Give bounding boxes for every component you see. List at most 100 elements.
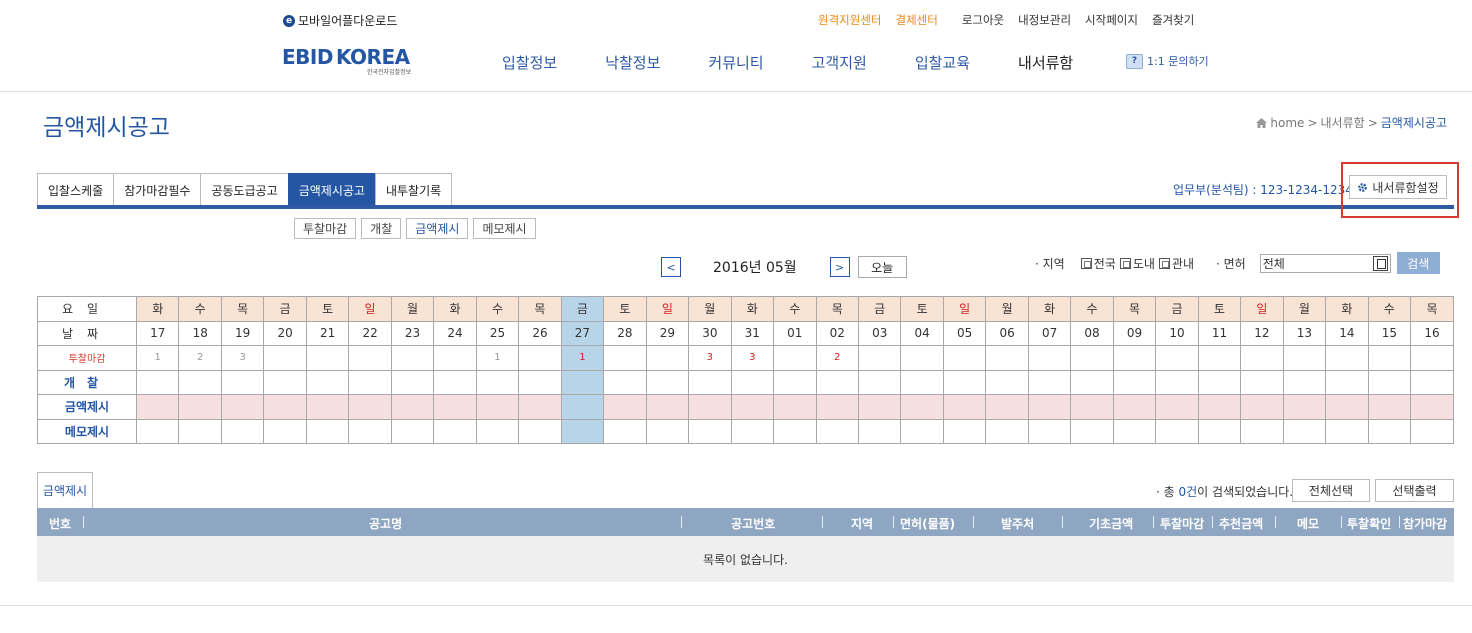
link-my-info[interactable]: 내정보관리 xyxy=(1018,12,1071,28)
tab-joint-contract[interactable]: 공동도급공고 xyxy=(200,173,288,206)
calendar-count-cell[interactable] xyxy=(1410,394,1454,420)
calendar-count-cell[interactable] xyxy=(1027,369,1072,395)
calendar-count-cell[interactable] xyxy=(1367,345,1412,371)
nav-my-documents[interactable]: 내서류함 xyxy=(1018,52,1073,73)
date-cell[interactable]: 07 xyxy=(1027,320,1072,346)
calendar-count-cell[interactable] xyxy=(1112,394,1157,420)
print-selected-button[interactable]: 선택출력 xyxy=(1375,479,1454,502)
nav-award-info[interactable]: 낙찰정보 xyxy=(605,52,660,73)
nav-community[interactable]: 커뮤니티 xyxy=(708,52,763,73)
date-cell[interactable]: 04 xyxy=(900,320,944,346)
calendar-count-cell[interactable] xyxy=(433,418,477,444)
calendar-count-cell[interactable] xyxy=(560,369,605,395)
calendar-count-cell[interactable] xyxy=(1325,394,1369,420)
calendar-count-cell[interactable] xyxy=(942,345,987,371)
calendar-count-cell[interactable] xyxy=(1410,418,1454,444)
calendar-count-cell[interactable] xyxy=(730,418,775,444)
link-remote-support[interactable]: 원격지원센터 xyxy=(818,12,881,28)
calendar-count-cell[interactable] xyxy=(985,369,1029,395)
calendar-count-cell[interactable] xyxy=(518,345,562,371)
calendar-count-cell[interactable] xyxy=(645,345,690,371)
calendar-count-cell[interactable] xyxy=(985,418,1029,444)
calendar-count-cell[interactable] xyxy=(1240,418,1284,444)
date-cell[interactable]: 25 xyxy=(475,320,520,346)
subtab-amount-proposal[interactable]: 금액제시 xyxy=(406,218,469,239)
nav-bid-education[interactable]: 입찰교육 xyxy=(915,52,970,73)
calendar-count-cell[interactable] xyxy=(645,418,690,444)
nav-customer-support[interactable]: 고객지원 xyxy=(812,52,867,73)
calendar-count-cell[interactable] xyxy=(433,369,477,395)
mobile-app-download-link[interactable]: e 모바일어플다운로드 xyxy=(283,12,397,29)
calendar-count-cell[interactable] xyxy=(1070,418,1114,444)
tab-required-participation[interactable]: 참가마감필수 xyxy=(113,173,201,206)
date-cell[interactable]: 26 xyxy=(518,320,562,346)
calendar-count-cell[interactable] xyxy=(857,394,902,420)
calendar-count-cell[interactable] xyxy=(178,394,222,420)
calendar-count-cell[interactable] xyxy=(603,345,647,371)
qna-link[interactable]: ? 1:1 문의하기 xyxy=(1126,53,1209,69)
calendar-count-cell[interactable] xyxy=(135,369,180,395)
calendar-count-cell[interactable] xyxy=(1155,394,1199,420)
calendar-count-cell[interactable] xyxy=(263,418,307,444)
date-cell[interactable]: 16 xyxy=(1410,320,1454,346)
calendar-count-cell[interactable] xyxy=(688,418,732,444)
calendar-count-cell[interactable] xyxy=(857,369,902,395)
date-cell[interactable]: 02 xyxy=(815,320,859,346)
calendar-count-cell[interactable] xyxy=(1197,418,1242,444)
calendar-count-cell[interactable] xyxy=(1367,418,1412,444)
calendar-count-cell[interactable] xyxy=(1325,345,1369,371)
calendar-count-cell[interactable] xyxy=(1027,394,1072,420)
date-cell[interactable]: 18 xyxy=(178,320,222,346)
calendar-count-cell[interactable] xyxy=(475,418,520,444)
date-cell[interactable]: 28 xyxy=(603,320,647,346)
date-cell[interactable]: 15 xyxy=(1367,320,1412,346)
calendar-count-cell[interactable]: 3 xyxy=(730,345,775,371)
calendar-count-cell[interactable] xyxy=(1197,369,1242,395)
calendar-count-cell[interactable] xyxy=(942,418,987,444)
date-cell[interactable]: 06 xyxy=(985,320,1029,346)
calendar-count-cell[interactable] xyxy=(433,345,477,371)
calendar-count-cell[interactable] xyxy=(985,394,1029,420)
calendar-count-cell[interactable] xyxy=(348,418,392,444)
calendar-count-cell[interactable] xyxy=(178,369,222,395)
license-select[interactable]: 전체 xyxy=(1259,253,1391,273)
calendar-count-cell[interactable] xyxy=(1112,369,1157,395)
calendar-count-cell[interactable] xyxy=(518,418,562,444)
calendar-count-cell[interactable] xyxy=(348,369,392,395)
calendar-count-cell[interactable]: 3 xyxy=(688,345,732,371)
calendar-count-cell[interactable] xyxy=(178,418,222,444)
calendar-count-cell[interactable] xyxy=(348,345,392,371)
date-cell[interactable]: 08 xyxy=(1070,320,1114,346)
calendar-count-cell[interactable] xyxy=(1070,369,1114,395)
calendar-count-cell[interactable] xyxy=(773,394,817,420)
calendar-count-cell[interactable]: 1 xyxy=(135,345,180,371)
subtab-memo-proposal[interactable]: 메모제시 xyxy=(473,218,536,239)
calendar-count-cell[interactable] xyxy=(1155,418,1199,444)
link-favorites[interactable]: 즐겨찾기 xyxy=(1152,12,1194,28)
date-cell[interactable]: 03 xyxy=(857,320,902,346)
date-cell[interactable]: 27 xyxy=(560,320,605,346)
calendar-count-cell[interactable] xyxy=(305,345,350,371)
calendar-count-cell[interactable] xyxy=(1325,369,1369,395)
calendar-count-cell[interactable] xyxy=(518,369,562,395)
calendar-count-cell[interactable] xyxy=(1155,345,1199,371)
date-cell[interactable]: 24 xyxy=(433,320,477,346)
date-cell[interactable]: 29 xyxy=(645,320,690,346)
link-payment-center[interactable]: 결제센터 xyxy=(895,12,937,28)
calendar-count-cell[interactable] xyxy=(1197,394,1242,420)
calendar-count-cell[interactable] xyxy=(1070,345,1114,371)
date-cell[interactable]: 19 xyxy=(220,320,265,346)
date-cell[interactable]: 30 xyxy=(688,320,732,346)
calendar-count-cell[interactable] xyxy=(645,394,690,420)
region-checkbox-province[interactable]: 도내 xyxy=(1119,255,1155,272)
calendar-count-cell[interactable] xyxy=(220,369,265,395)
calendar-count-cell[interactable] xyxy=(348,394,392,420)
nav-bid-info[interactable]: 입찰정보 xyxy=(502,52,557,73)
date-cell[interactable]: 09 xyxy=(1112,320,1157,346)
calendar-count-cell[interactable] xyxy=(985,345,1029,371)
calendar-count-cell[interactable] xyxy=(688,369,732,395)
calendar-count-cell[interactable]: 2 xyxy=(178,345,222,371)
calendar-count-cell[interactable] xyxy=(390,345,435,371)
calendar-count-cell[interactable] xyxy=(603,418,647,444)
calendar-count-cell[interactable] xyxy=(1112,345,1157,371)
